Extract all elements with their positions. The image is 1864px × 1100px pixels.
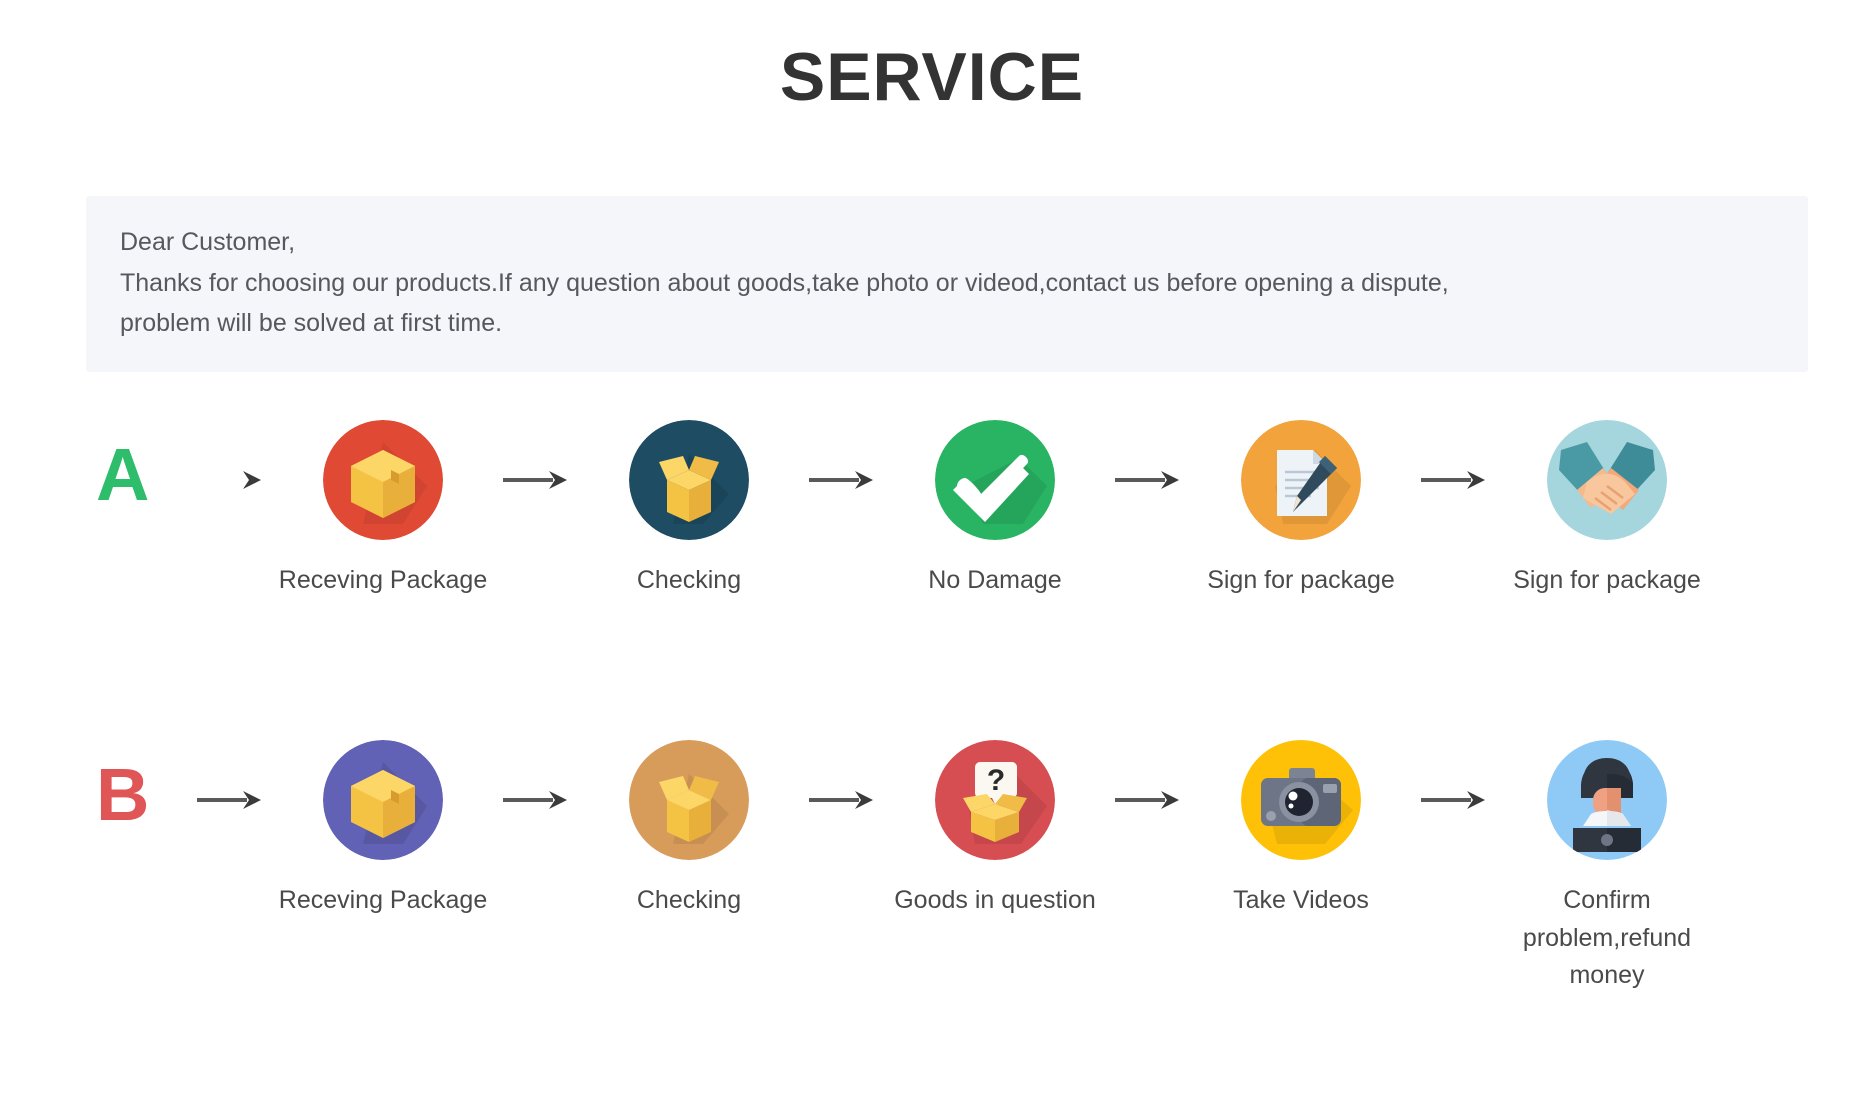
support-person-icon — [1547, 740, 1667, 860]
open-box-icon — [629, 740, 749, 860]
arrow-right-icon — [182, 420, 278, 540]
flow-step: ? Goods in question — [890, 740, 1100, 920]
step-label: Take Videos — [1233, 886, 1369, 914]
step-label: Confirm problem,refund money — [1522, 886, 1692, 989]
package-box-icon — [323, 740, 443, 860]
flow-label-b: B — [96, 753, 150, 836]
service-page: SERVICE Dear Customer, Thanks for choosi… — [0, 0, 1864, 1100]
flow-step: Receving Package — [278, 420, 488, 600]
flow-label-a: A — [96, 433, 150, 516]
arrow-right-icon — [488, 420, 584, 540]
step-label: Checking — [636, 886, 742, 914]
step-label: Checking — [636, 566, 742, 594]
flow-step: Take Videos — [1196, 740, 1406, 920]
arrow-right-icon — [794, 740, 890, 860]
document-pen-icon — [1241, 420, 1361, 540]
notice-line-3: problem will be solved at first time. — [120, 309, 503, 337]
arrow-right-icon — [794, 420, 890, 540]
arrow-right-icon — [1100, 740, 1196, 860]
flow-step: Sign for package — [1196, 420, 1406, 600]
step-label: Goods in question — [894, 886, 1096, 914]
flow-row-a: A Receving Package Checking No Damage Si… — [0, 420, 1864, 600]
customer-notice-box: Dear Customer, Thanks for choosing our p… — [86, 196, 1808, 372]
notice-line-2: Thanks for choosing our products.If any … — [120, 268, 1449, 297]
flow-step: Checking — [584, 740, 794, 920]
package-box-icon — [323, 420, 443, 540]
step-label: Sign for package — [1513, 566, 1701, 594]
arrow-right-icon — [1406, 740, 1502, 860]
page-title: SERVICE — [779, 39, 1085, 115]
flow-step: Receving Package — [278, 740, 488, 920]
flow-step: Confirm problem,refund money — [1502, 740, 1712, 995]
step-label: No Damage — [928, 566, 1062, 594]
notice-line-1: Dear Customer, — [120, 228, 296, 256]
arrow-right-icon — [182, 740, 278, 860]
flow-step: Checking — [584, 420, 794, 600]
open-box-icon — [629, 420, 749, 540]
arrow-right-icon — [488, 740, 584, 860]
step-label: Receving Package — [278, 886, 488, 914]
flow-step: No Damage — [890, 420, 1100, 600]
check-mark-icon — [935, 420, 1055, 540]
flow-row-b: B Receving Package Checking ? Goods in q… — [0, 740, 1864, 995]
arrow-right-icon — [1100, 420, 1196, 540]
step-label: Sign for package — [1207, 566, 1395, 594]
svg-text:?: ? — [987, 764, 1005, 797]
camera-icon — [1241, 740, 1361, 860]
step-label: Receving Package — [278, 566, 488, 594]
flow-step: Sign for package — [1502, 420, 1712, 600]
handshake-icon — [1547, 420, 1667, 540]
question-box-icon: ? — [935, 740, 1055, 860]
arrow-right-icon — [1406, 420, 1502, 540]
